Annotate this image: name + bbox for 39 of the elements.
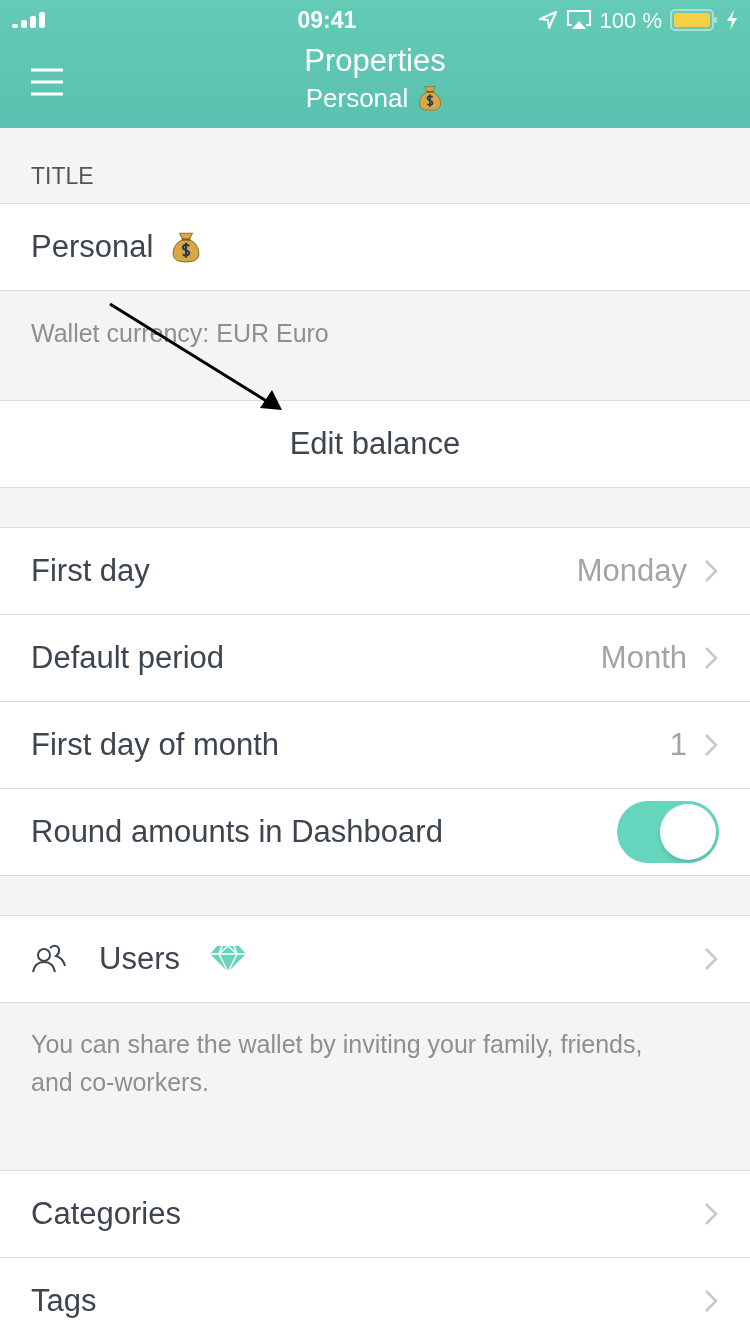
chevron-icon	[703, 946, 719, 972]
list-row[interactable]: Categories	[0, 1171, 750, 1258]
list-row[interactable]: Users	[0, 916, 750, 1003]
list-row[interactable]: Default period Month	[0, 615, 750, 702]
title-value: Personal	[31, 227, 154, 266]
setting-label: Round amounts in Dashboard	[31, 812, 444, 851]
title-field[interactable]: Personal	[0, 204, 750, 291]
list-row[interactable]: Round amounts in Dashboard	[0, 789, 750, 876]
chevron-icon	[703, 558, 719, 584]
users-note: You can share the wallet by inviting your family, friends, and co-workers.	[31, 1029, 644, 1098]
setting-label: First day of month	[31, 725, 281, 764]
edit-balance-button[interactable]: Edit balance	[0, 401, 750, 488]
list-row[interactable]: First day of month 1	[0, 702, 750, 789]
chevron-icon	[703, 1288, 719, 1314]
page-subtitle: Personal	[305, 82, 409, 115]
setting-value: Monday	[576, 551, 687, 590]
users-icon	[31, 944, 67, 974]
battery-percent: 100 %	[599, 6, 662, 35]
link-label: Tags	[31, 1281, 98, 1320]
chevron-icon	[703, 732, 719, 758]
users-label: Users	[99, 939, 180, 978]
section-header: TITLE	[31, 161, 94, 191]
menu-icon[interactable]	[31, 68, 63, 96]
list-row[interactable]: First day Monday	[0, 528, 750, 615]
setting-value: 1	[669, 725, 687, 764]
charging-icon	[726, 10, 738, 30]
setting-label: Default period	[31, 638, 225, 677]
signal-icon	[12, 12, 46, 28]
chevron-icon	[703, 1201, 719, 1227]
page-title: Properties	[304, 42, 446, 80]
setting-label: First day	[31, 551, 151, 590]
airplay-icon	[565, 9, 592, 31]
battery-icon	[670, 9, 718, 31]
clock: 09:41	[296, 5, 357, 35]
link-label: Categories	[31, 1194, 182, 1233]
chevron-icon	[703, 645, 719, 671]
location-icon	[537, 10, 558, 30]
setting-value: Month	[600, 638, 687, 677]
list-row[interactable]: Tags	[0, 1258, 750, 1334]
